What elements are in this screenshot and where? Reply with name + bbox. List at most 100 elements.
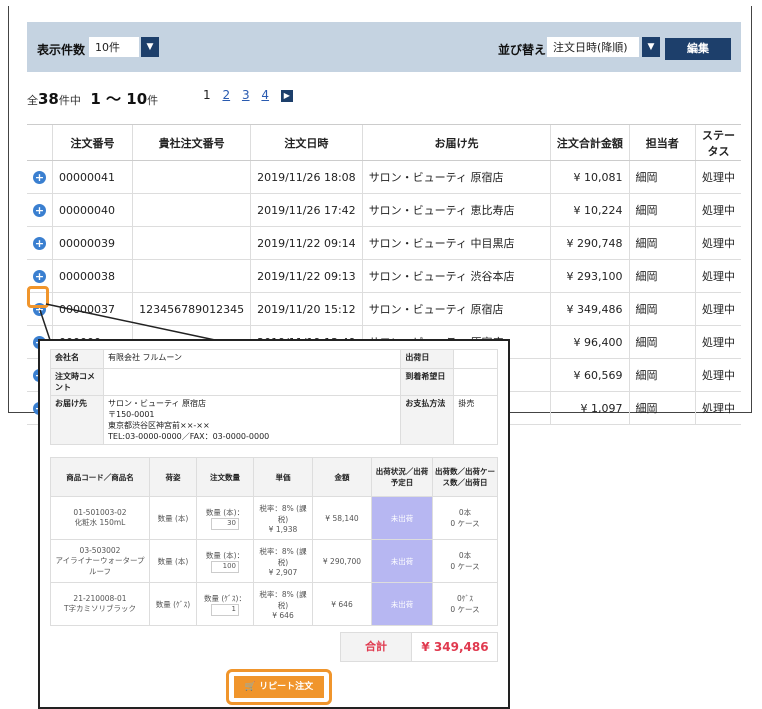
ship-status: 未出荷 xyxy=(371,539,433,583)
staff-cell: 細岡 xyxy=(628,259,696,293)
repeat-order-button[interactable]: 🛒 リピート注文 xyxy=(234,676,324,698)
total-value: ¥ 349,486 xyxy=(421,640,489,654)
amount-cell: ¥ 10,224 xyxy=(550,193,630,227)
status-cell: 処理中 xyxy=(695,160,741,194)
order-date-cell: 2019/11/26 17:42 xyxy=(250,193,363,227)
qty-input[interactable]: 1 xyxy=(211,603,239,616)
client-order-no-cell: 123456789012345 xyxy=(132,292,251,326)
next-page-icon[interactable]: ▶ xyxy=(280,89,293,102)
edit-button[interactable]: 編集 xyxy=(665,38,731,60)
qty-input[interactable]: 30 xyxy=(211,517,239,530)
page-4[interactable]: 4 xyxy=(261,88,269,102)
staff-cell: 細岡 xyxy=(628,292,696,326)
destination-cell: サロン・ビューティ 恵比寿店 xyxy=(361,193,551,227)
page-3[interactable]: 3 xyxy=(242,88,250,102)
ship-status: 未出荷 xyxy=(371,582,433,626)
sort-label: 並び替え xyxy=(498,43,547,57)
destination-cell: サロン・ビューティ 原宿店 xyxy=(361,292,551,326)
comment-label: 注文時コメント xyxy=(50,368,104,396)
staff-cell: 細岡 xyxy=(628,193,696,227)
col-expand xyxy=(27,124,53,161)
dest-label: お届け先 xyxy=(50,395,104,445)
status-cell: 処理中 xyxy=(695,259,741,293)
order-date-cell: 2019/11/22 09:14 xyxy=(250,226,363,260)
list-toolbar: 表示件数 10件 ▼ 並び替え 注文日時(降順) ▼ 編集 xyxy=(27,22,741,72)
order-date-cell: 2019/11/22 09:13 xyxy=(250,259,363,293)
ship-date-value xyxy=(453,349,498,369)
item-row: 01-501003-02 化粧水 150mL 数量 (本) 数量 (本)： 30 税… xyxy=(50,496,498,540)
order-detail-content: 会社名 有限会社 フルムーン 出荷日 注文時コメント 到着希望日 お届け先 サロ… xyxy=(50,349,498,626)
status-cell: 処理中 xyxy=(695,358,741,392)
chevron-down-icon[interactable]: ▼ xyxy=(141,37,159,57)
staff-cell: 細岡 xyxy=(628,391,696,425)
arrival-label: 到着希望日 xyxy=(400,368,455,396)
amount-cell: ¥ 60,569 xyxy=(550,358,630,392)
order-detail-popup: 会社名 有限会社 フルムーン 出荷日 注文時コメント 到着希望日 お届け先 サロ… xyxy=(38,339,510,709)
display-count-select[interactable]: 10件 xyxy=(89,37,139,57)
table-header-row: 注文番号 貴社注文番号 注文日時 お届け先 注文合計金額 担当者 ステータス xyxy=(27,124,741,161)
expand-cell[interactable]: + xyxy=(27,193,53,227)
dest-value: サロン・ビューティ 原宿店 〒150-0001 東京都渋谷区神宮前××-×× T… xyxy=(102,395,402,445)
order-date-cell: 2019/11/20 15:12 xyxy=(250,292,363,326)
company-value: 有限会社 フルムーン xyxy=(102,349,402,369)
status-cell: 処理中 xyxy=(695,226,741,260)
table-row: + 00000037 123456789012345 2019/11/20 15… xyxy=(27,292,741,326)
order-info-table: 会社名 有限会社 フルムーン 出荷日 注文時コメント 到着希望日 お届け先 サロ… xyxy=(50,349,498,445)
expand-cell[interactable]: + xyxy=(27,160,53,194)
order-items-table: 商品コード／商品名 荷姿 注文数量 単価 金額 出荷状況／出荷予定日 出荷数／出… xyxy=(50,457,498,626)
staff-cell: 細岡 xyxy=(628,358,696,392)
status-cell: 処理中 xyxy=(695,292,741,326)
col-staff: 担当者 xyxy=(628,124,696,161)
total-label: 合計 xyxy=(341,633,412,661)
company-label: 会社名 xyxy=(50,349,104,369)
plus-icon[interactable]: + xyxy=(33,170,46,184)
status-cell: 処理中 xyxy=(695,391,741,425)
plus-icon[interactable]: + xyxy=(33,269,46,283)
order-no-cell: 00000037 xyxy=(51,292,133,326)
item-row: 21-210008-01 T字カミソリブラック 数量 (ｹﾞｽ) 数量 (ｹﾞｽ)… xyxy=(50,582,498,626)
expand-highlight xyxy=(27,286,49,308)
ship-status: 未出荷 xyxy=(371,496,433,540)
order-no-cell: 00000041 xyxy=(51,160,133,194)
col-destination: お届け先 xyxy=(361,124,551,161)
destination-cell: サロン・ビューティ 原宿店 xyxy=(361,160,551,194)
plus-icon[interactable]: + xyxy=(33,236,46,250)
col-status: ステータス xyxy=(695,124,741,161)
amount-cell: ¥ 290,748 xyxy=(550,226,630,260)
table-row: + 00000041 2019/11/26 18:08 サロン・ビューティ 原宿… xyxy=(27,160,741,194)
qty-input[interactable]: 100 xyxy=(211,560,239,573)
pagination: 1 2 3 4 ▶ xyxy=(203,88,301,102)
order-no-cell: 00000038 xyxy=(51,259,133,293)
comment-value xyxy=(102,368,402,396)
order-no-cell: 00000039 xyxy=(51,226,133,260)
order-date-cell: 2019/11/26 18:08 xyxy=(250,160,363,194)
destination-cell: サロン・ビューティ 渋谷本店 xyxy=(361,259,551,293)
table-row: + 00000040 2019/11/26 17:42 サロン・ビューティ 恵比… xyxy=(27,193,741,227)
page-1[interactable]: 1 xyxy=(203,88,211,102)
amount-cell: ¥ 96,400 xyxy=(550,325,630,359)
amount-cell: ¥ 293,100 xyxy=(550,259,630,293)
col-order-date: 注文日時 xyxy=(250,124,363,161)
payment-value: 掛売 xyxy=(453,395,498,445)
col-client-order-no: 貴社注文番号 xyxy=(132,124,251,161)
expand-cell[interactable]: + xyxy=(27,226,53,260)
client-order-no-cell xyxy=(132,226,251,260)
client-order-no-cell xyxy=(132,160,251,194)
chevron-down-icon[interactable]: ▼ xyxy=(642,37,660,57)
ship-date-label: 出荷日 xyxy=(400,349,455,369)
item-row: 03-503002 アイライナーウォータープルーフ 数量 (本) 数量 (本)： 1… xyxy=(50,539,498,583)
col-order-no: 注文番号 xyxy=(51,124,133,161)
client-order-no-cell xyxy=(132,259,251,293)
amount-cell: ¥ 349,486 xyxy=(550,292,630,326)
amount-cell: ¥ 10,081 xyxy=(550,160,630,194)
staff-cell: 細岡 xyxy=(628,160,696,194)
status-cell: 処理中 xyxy=(695,325,741,359)
arrival-value xyxy=(453,368,498,396)
page-2[interactable]: 2 xyxy=(222,88,230,102)
items-header-row: 商品コード／商品名 荷姿 注文数量 単価 金額 出荷状況／出荷予定日 出荷数／出… xyxy=(50,457,498,497)
col-total: 注文合計金額 xyxy=(550,124,630,161)
sort-select[interactable]: 注文日時(降順) xyxy=(547,37,639,57)
table-row: + 00000038 2019/11/22 09:13 サロン・ビューティ 渋谷… xyxy=(27,259,741,293)
plus-icon[interactable]: + xyxy=(33,203,46,217)
client-order-no-cell xyxy=(132,193,251,227)
